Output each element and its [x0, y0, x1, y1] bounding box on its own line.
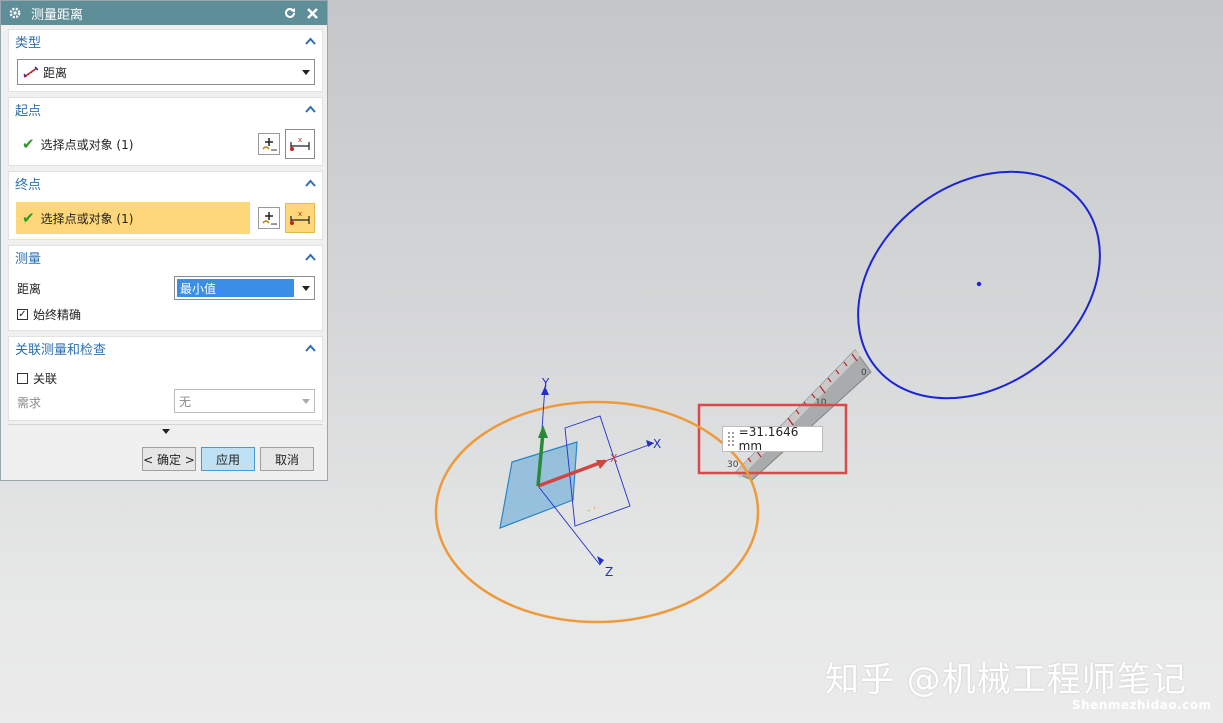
associative-checkbox[interactable]: [17, 373, 28, 384]
measure-distance-dialog: 测量距离 类型 距离 起点 ✔ 选择点或对象 (1) x 终点 ✔ 选择点或对象…: [0, 0, 328, 481]
distance-mode-dropdown[interactable]: 最小值: [174, 276, 315, 300]
chevron-down-icon: [302, 399, 310, 404]
dialog-title-bar[interactable]: 测量距离: [1, 1, 327, 25]
reset-icon[interactable]: [281, 4, 299, 22]
close-icon[interactable]: [303, 4, 321, 22]
point-inference-button[interactable]: x: [285, 129, 315, 159]
associative-group: 关联测量和检查 关联 需求 无: [8, 336, 323, 421]
expand-more-button[interactable]: [8, 424, 323, 437]
checkmark-icon: ✔: [22, 209, 35, 227]
always-exact-option[interactable]: ✓ 始终精确: [17, 306, 81, 323]
type-group: 类型 距离: [8, 29, 323, 92]
distance-mode-value: 最小值: [177, 279, 294, 297]
ok-button[interactable]: < 确定 >: [142, 447, 196, 471]
chevron-down-icon: [161, 428, 170, 434]
svg-text:X: X: [610, 452, 618, 465]
watermark-site: Shenmezhidao.com: [1072, 698, 1212, 712]
start-point-group: 起点 ✔ 选择点或对象 (1) x: [8, 97, 323, 166]
svg-text:x: x: [298, 210, 302, 218]
start-select-label: 选择点或对象 (1): [40, 137, 134, 152]
apply-button[interactable]: 应用: [201, 447, 255, 471]
measurement-value: =31.1646 mm: [738, 425, 799, 453]
chevron-down-icon: [302, 70, 310, 75]
requirement-dropdown[interactable]: 无: [174, 389, 315, 413]
requirement-value: 无: [179, 394, 192, 409]
collapse-icon[interactable]: [304, 342, 316, 354]
chevron-down-icon: [302, 286, 310, 291]
distance-label: 距离: [17, 282, 42, 296]
collapse-icon[interactable]: [304, 251, 316, 263]
collapse-icon[interactable]: [304, 177, 316, 189]
type-group-heading: 类型: [15, 35, 42, 51]
always-exact-label: 始终精确: [33, 308, 82, 322]
start-point-selector[interactable]: ✔ 选择点或对象 (1): [16, 128, 250, 160]
associative-option[interactable]: 关联: [17, 370, 57, 387]
svg-text:- ': - ': [587, 506, 596, 516]
measure-group: 测量 距离 最小值 ✓ 始终精确: [8, 245, 323, 331]
gear-icon[interactable]: [7, 5, 23, 21]
start-group-heading: 起点: [15, 103, 42, 119]
always-exact-checkbox[interactable]: ✓: [17, 309, 28, 320]
measuring-ruler: 0 10 30: [727, 349, 872, 481]
type-dropdown[interactable]: 距离: [17, 59, 315, 85]
collapse-icon[interactable]: [304, 35, 316, 47]
drag-grip-icon[interactable]: [727, 431, 735, 447]
cancel-button[interactable]: 取消: [260, 447, 314, 471]
checkmark-icon: ✔: [22, 135, 35, 153]
axis-label-x: X: [653, 437, 661, 451]
point-dialog-button[interactable]: [258, 207, 280, 229]
orange-circle[interactable]: [434, 400, 760, 624]
ruler-tick-0: 0: [861, 368, 867, 378]
end-point-selector[interactable]: ✔ 选择点或对象 (1): [16, 202, 250, 234]
ruler-tick-10: 10: [815, 398, 827, 408]
end-select-label: 选择点或对象 (1): [40, 211, 134, 226]
measure-group-heading: 测量: [15, 251, 42, 267]
associative-label: 关联: [33, 372, 58, 386]
watermark: 知乎 @机械工程师笔记: [825, 660, 1187, 700]
end-point-group: 终点 ✔ 选择点或对象 (1) x: [8, 171, 323, 240]
point-dialog-button[interactable]: [258, 133, 280, 155]
axis-label-z: Z: [605, 565, 613, 579]
point-inference-button[interactable]: x: [285, 203, 315, 233]
dialog-title: 测量距离: [31, 7, 84, 23]
end-group-heading: 终点: [15, 177, 42, 193]
collapse-icon[interactable]: [304, 103, 316, 115]
type-selected-label: 距离: [43, 65, 68, 80]
distance-type-icon: [23, 65, 39, 79]
blue-circle-center: [976, 281, 982, 287]
axis-label-y: Y: [541, 376, 550, 390]
ruler-tick-30: 30: [727, 460, 739, 470]
requirement-label: 需求: [17, 396, 42, 410]
svg-text:x: x: [298, 136, 302, 144]
measurement-readout[interactable]: =31.1646 mm: [722, 425, 823, 453]
assoc-group-heading: 关联测量和检查: [15, 342, 107, 358]
